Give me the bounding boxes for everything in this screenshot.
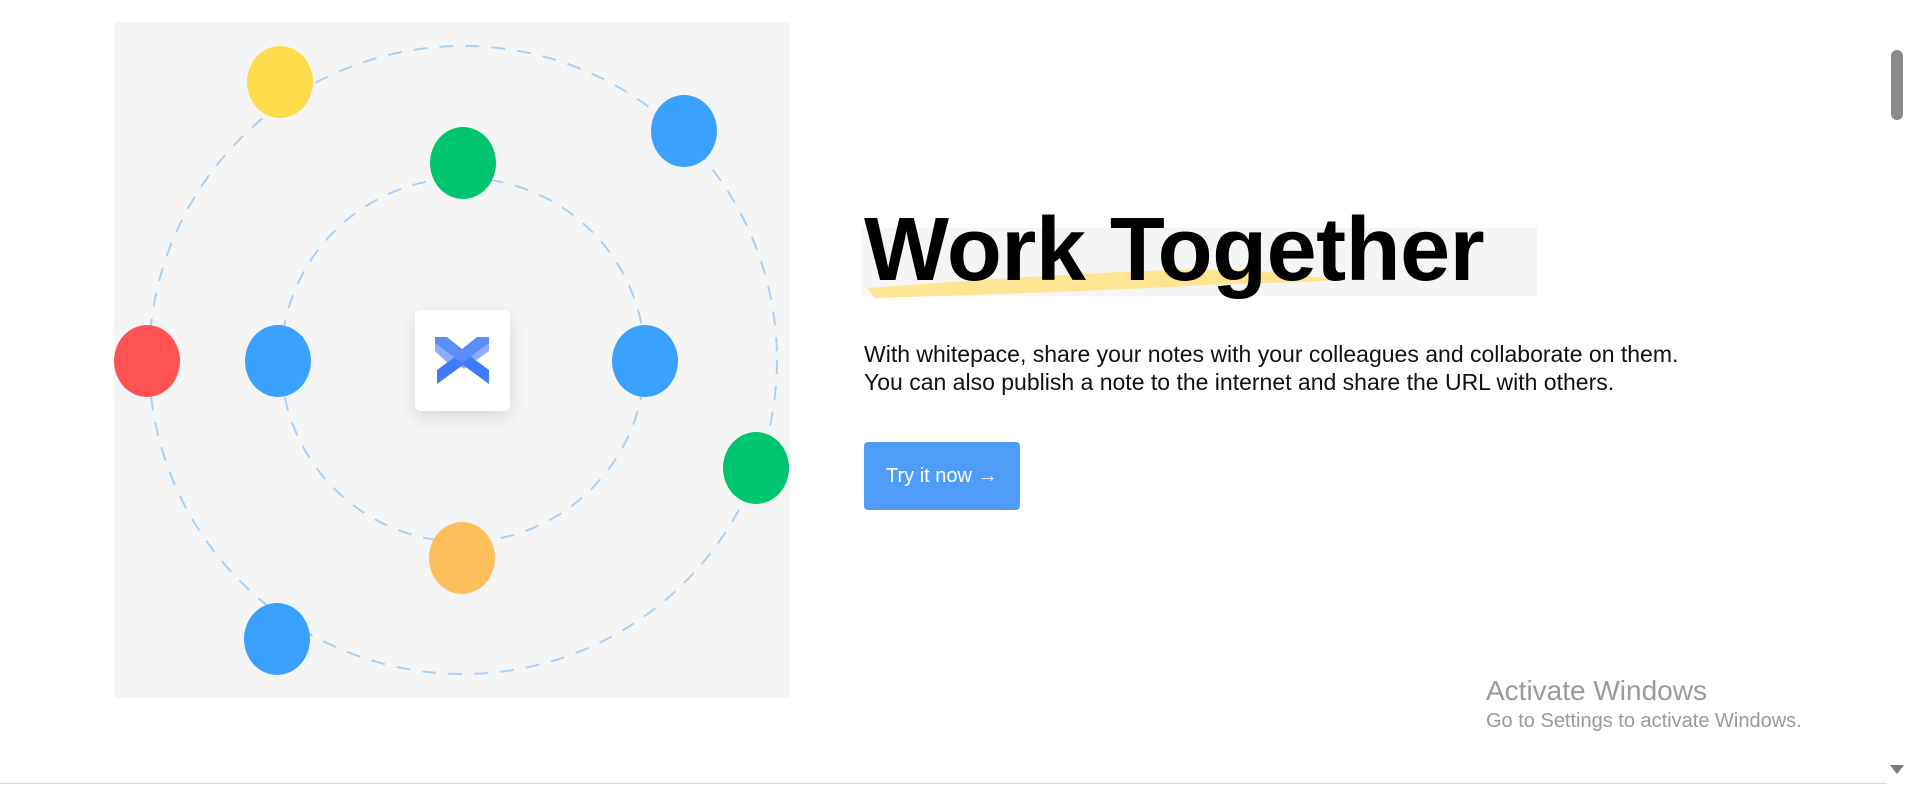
hero-title-text: Work Together [864,200,1485,300]
vertical-scrollbar[interactable] [1887,0,1907,788]
page-bottom-divider [0,783,1887,784]
scrollbar-thumb[interactable] [1891,50,1903,120]
avatar-dot-blue-right [612,325,678,397]
avatar-dot-orange [429,522,495,594]
avatar-dot-red [114,325,180,397]
collaboration-illustration [114,22,790,698]
hero-section: Work Together With whitepace, share your… [862,200,1784,510]
hero-title: Work Together [862,200,1784,300]
avatar-dot-blue-left [245,325,311,397]
try-it-now-button[interactable]: Try it now → [864,442,1020,510]
scroll-down-arrow-icon[interactable] [1890,765,1904,774]
avatar-dot-yellow [247,46,313,118]
hero-description-line-2: You can also publish a note to the inter… [864,369,1615,395]
page: Work Together With whitepace, share your… [0,0,1907,788]
orbit-graphic [114,45,789,675]
windows-activation-watermark: Activate Windows Go to Settings to activ… [1486,674,1802,734]
hero-description: With whitepace, share your notes with yo… [864,340,1784,396]
avatar-dot-green-right [723,432,789,504]
avatar-dot-blue-top-right [651,95,717,167]
hero-description-line-1: With whitepace, share your notes with yo… [864,341,1679,367]
watermark-subtitle: Go to Settings to activate Windows. [1486,710,1802,732]
avatar-dot-green-top [430,127,496,199]
avatar-dot-blue-bottom [244,603,310,675]
watermark-title: Activate Windows [1486,675,1707,706]
